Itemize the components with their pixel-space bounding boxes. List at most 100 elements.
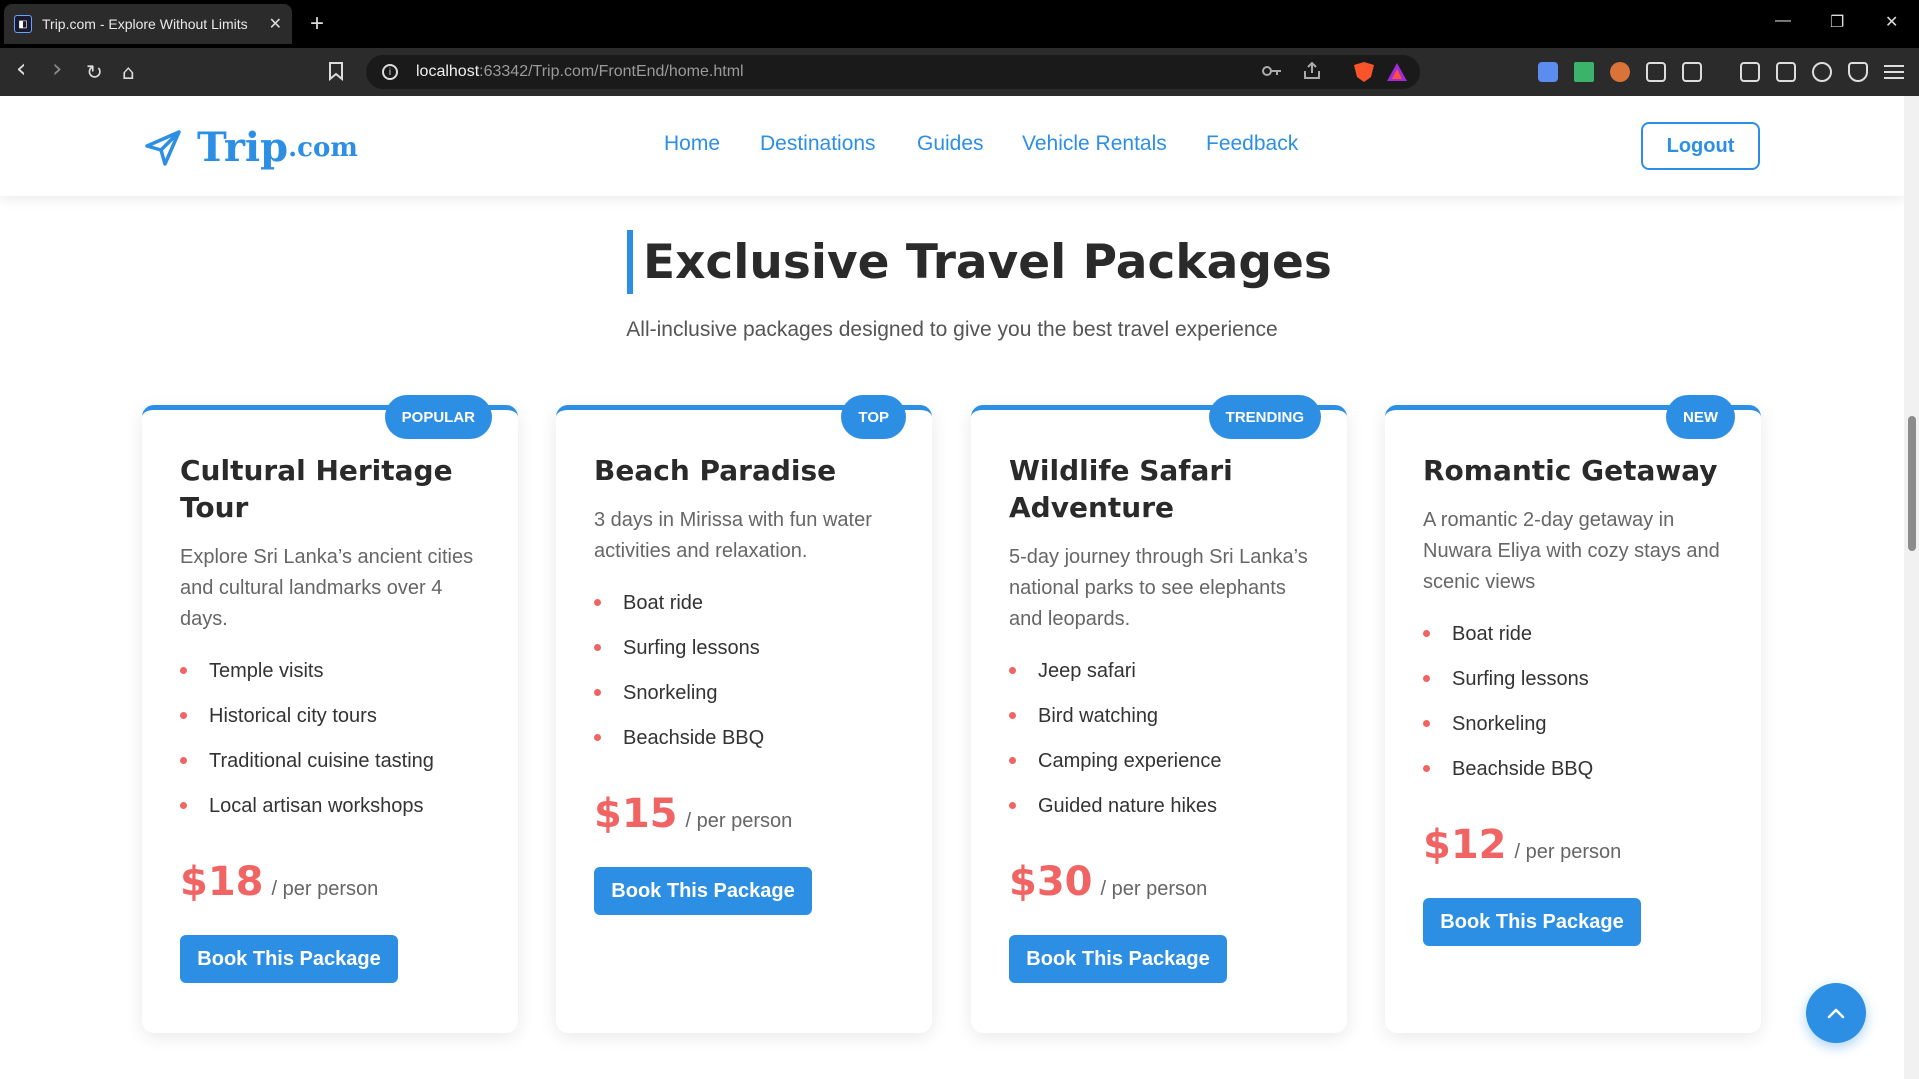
nav-home[interactable]: Home (664, 132, 720, 156)
price-unit: / per person (685, 810, 793, 832)
logout-button[interactable]: Logout (1641, 122, 1760, 170)
book-package-button[interactable]: Book This Package (1423, 898, 1641, 946)
package-title: Beach Paradise (594, 454, 837, 487)
nav-vehicle-rentals[interactable]: Vehicle Rentals (1022, 132, 1167, 156)
nav-feedback[interactable]: Feedback (1206, 132, 1298, 156)
book-package-button[interactable]: Book This Package (180, 935, 398, 983)
feature-text: Surfing lessons (1452, 668, 1589, 690)
browser-tab-bar: ◧ Trip.com - Explore Without Limits ✕ + … (0, 0, 1919, 48)
feature-item: Temple visits (180, 657, 490, 702)
bullet-icon (1423, 675, 1430, 682)
package-price: $30 (1009, 859, 1093, 905)
feature-item: Surfing lessons (594, 634, 904, 679)
feature-item: Beachside BBQ (1423, 755, 1733, 800)
password-key-icon[interactable] (1262, 63, 1282, 79)
feature-text: Beachside BBQ (623, 727, 765, 749)
brave-rewards-icon[interactable] (1386, 62, 1408, 82)
browser-tab[interactable]: ◧ Trip.com - Explore Without Limits ✕ (4, 4, 292, 44)
restore-icon[interactable]: ❐ (1830, 12, 1844, 32)
minimize-icon[interactable]: — (1775, 12, 1791, 30)
extensions-icon[interactable] (1646, 62, 1666, 82)
package-description: Explore Sri Lanka’s ancient cities and c… (180, 546, 474, 630)
url-host: localhost (416, 63, 480, 80)
feature-item: Traditional cuisine tasting (180, 747, 490, 792)
feature-text: Jeep safari (1038, 660, 1136, 682)
sidebar-toggle-icon[interactable] (1740, 62, 1760, 82)
package-description: A romantic 2-day getaway in Nuwara Eliya… (1423, 509, 1720, 593)
window-close-icon[interactable]: ✕ (1885, 12, 1898, 32)
package-card: NEW Romantic Getaway A romantic 2-day ge… (1385, 395, 1761, 1033)
drive-extension-icon[interactable] (1574, 62, 1594, 82)
price-row: $30 / per person (1009, 859, 1319, 905)
bullet-icon (594, 644, 601, 651)
screenshot-extension-icon[interactable] (1682, 62, 1702, 82)
leo-ai-icon[interactable] (1812, 62, 1832, 82)
site-info-icon[interactable]: i (382, 64, 398, 80)
scrollbar-thumb[interactable] (1908, 416, 1916, 551)
tab-title: Trip.com - Explore Without Limits (42, 16, 248, 32)
bullet-icon (180, 802, 187, 809)
package-title: Romantic Getaway (1423, 454, 1718, 487)
home-button[interactable]: ⌂ (122, 60, 135, 84)
book-package-button[interactable]: Book This Package (1009, 935, 1227, 983)
site-logo[interactable]: Trip .com (143, 124, 358, 171)
feature-item: Jeep safari (1009, 657, 1319, 702)
package-card: POPULAR Cultural Heritage Tour Explore S… (142, 395, 518, 1033)
feature-item: Boat ride (594, 589, 904, 634)
brave-shield-icon[interactable] (1352, 61, 1376, 83)
new-tab-button[interactable]: + (310, 10, 324, 38)
feature-text: Historical city tours (209, 705, 377, 727)
bullet-icon (594, 689, 601, 696)
feature-item: Surfing lessons (1423, 665, 1733, 710)
cookie-extension-icon[interactable] (1610, 62, 1630, 82)
page-scrollbar[interactable] (1904, 96, 1919, 1079)
feature-text: Boat ride (623, 592, 704, 614)
bullet-icon (180, 712, 187, 719)
nav-destinations[interactable]: Destinations (760, 132, 876, 156)
feature-text: Snorkeling (623, 682, 718, 704)
wallet-icon[interactable] (1776, 62, 1796, 82)
feature-item: Local artisan workshops (180, 792, 490, 837)
translate-extension-icon[interactable] (1538, 62, 1558, 82)
scroll-to-top-button[interactable] (1806, 983, 1866, 1043)
feature-item: Historical city tours (180, 702, 490, 747)
bullet-icon (1423, 630, 1430, 637)
feature-item: Snorkeling (1423, 710, 1733, 755)
package-description: 3 days in Mirissa with fun water activit… (594, 509, 872, 562)
forward-button[interactable]: › (52, 54, 62, 84)
bullet-icon (180, 667, 187, 674)
tab-close-icon[interactable]: ✕ (269, 14, 282, 34)
price-row: $15 / per person (594, 791, 904, 837)
bullet-icon (1423, 765, 1430, 772)
feature-text: Bird watching (1038, 705, 1159, 727)
vpn-shield-icon[interactable] (1848, 62, 1868, 82)
back-button[interactable]: ‹ (16, 54, 26, 84)
url-path: :63342/Trip.com/FrontEnd/home.html (479, 63, 744, 80)
nav-guides[interactable]: Guides (917, 132, 984, 156)
price-unit: / per person (1100, 878, 1208, 900)
package-features: Boat ride Surfing lessons Snorkeling Bea… (594, 589, 904, 769)
bullet-icon (1009, 712, 1016, 719)
share-icon[interactable] (1302, 61, 1322, 81)
bullet-icon (594, 599, 601, 606)
package-description: 5-day journey through Sri Lanka’s nation… (1009, 546, 1308, 630)
menu-icon[interactable] (1884, 64, 1904, 80)
package-features: Boat ride Surfing lessons Snorkeling Bea… (1423, 620, 1733, 800)
feature-item: Snorkeling (594, 679, 904, 724)
section-subtitle: All-inclusive packages designed to give … (626, 318, 1278, 341)
bookmark-icon[interactable] (328, 61, 344, 81)
feature-text: Beachside BBQ (1452, 758, 1594, 780)
site-header: Trip .com Home Destinations Guides Vehicl… (0, 96, 1904, 196)
price-unit: / per person (271, 878, 379, 900)
feature-item: Beachside BBQ (594, 724, 904, 769)
package-features: Temple visits Historical city tours Trad… (180, 657, 490, 837)
feature-text: Camping experience (1038, 750, 1222, 772)
section-title: Exclusive Travel Packages (643, 234, 1332, 290)
reload-button[interactable]: ↻ (86, 60, 103, 84)
book-package-button[interactable]: Book This Package (594, 867, 812, 915)
price-row: $18 / per person (180, 859, 490, 905)
logo-suffix: .com (288, 132, 358, 163)
bullet-icon (180, 757, 187, 764)
package-price: $18 (180, 859, 264, 905)
bullet-icon (1423, 720, 1430, 727)
